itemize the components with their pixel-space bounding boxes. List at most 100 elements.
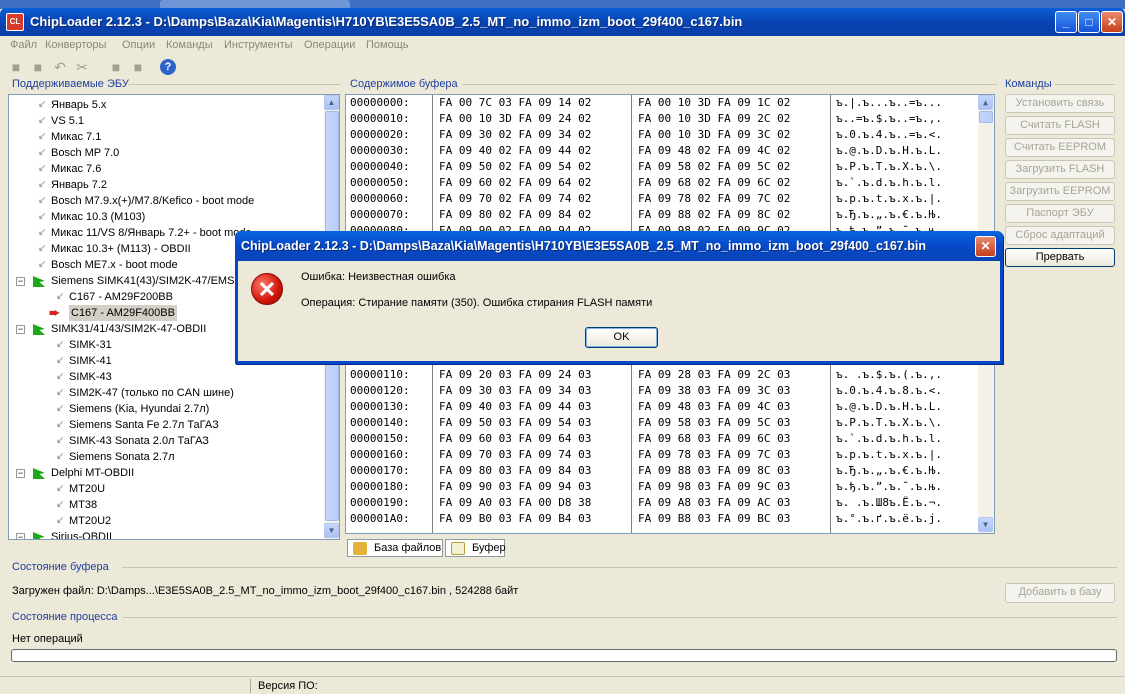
maximize-button[interactable]: □ — [1078, 11, 1100, 33]
tree-item[interactable]: ↙ Микас 10.3 (M103) — [9, 209, 319, 225]
command-button[interactable]: Считать FLASH — [1005, 116, 1115, 135]
scroll-down-button[interactable]: ▼ — [324, 523, 339, 538]
hex-row[interactable]: 00000060: FA 09 70 02 FA 09 74 02 FA 09 78… — [346, 191, 976, 207]
app-icon[interactable]: CL — [6, 13, 24, 31]
ecu-group-icon — [33, 324, 45, 335]
collapse-icon[interactable]: − — [16, 325, 25, 334]
menu-tools[interactable]: Инструменты — [224, 39, 293, 51]
hex-bytes-right: FA 09 38 03 FA 09 3C 03 — [638, 384, 791, 397]
tree-item-label: Delphi MT-OBDII — [51, 467, 135, 479]
hex-ascii: ъ.0.ъ.4.ъ..=ъ.<. — [836, 128, 942, 141]
add-to-base-button[interactable]: Добавить в базу — [1005, 583, 1115, 603]
hex-row[interactable]: 00000000: FA 00 7C 03 FA 09 14 02 FA 00 10… — [346, 95, 976, 111]
tree-group[interactable]: − Delphi MT-OBDII — [9, 465, 319, 481]
tree-item[interactable]: ↙ MT20U2 — [9, 513, 319, 529]
command-button[interactable]: Сброс адаптаций — [1005, 226, 1115, 245]
command-button[interactable]: Установить связь — [1005, 94, 1115, 113]
hex-bytes-left: FA 09 70 03 FA 09 74 03 — [439, 448, 592, 461]
tree-item-label: C167 - AM29F200BB — [69, 291, 173, 303]
hex-row[interactable]: 00000110: FA 09 20 03 FA 09 24 03 FA 09 28… — [346, 367, 976, 383]
dialog-title-bar[interactable]: ChipLoader 2.12.3 - D:\Damps\Baza\Kia\Ma… — [235, 231, 1003, 261]
hex-bytes-left: FA 09 60 02 FA 09 64 02 — [439, 176, 592, 189]
hex-row[interactable]: 00000190: FA 09 A0 03 FA 00 D8 38 FA 09 A8… — [346, 495, 976, 511]
menu-help[interactable]: Помощь — [366, 39, 409, 51]
collapse-icon[interactable]: − — [16, 533, 25, 539]
scroll-down-button[interactable]: ▼ — [978, 517, 993, 532]
cut-icon[interactable]: ✂ — [74, 59, 90, 75]
menu-converters[interactable]: Конверторы — [45, 39, 106, 51]
menu-options[interactable]: Опции — [122, 39, 155, 51]
tree-item[interactable]: ↙ Bosch M7.9.x(+)/M7.8/Kefico - boot mode — [9, 193, 319, 209]
dialog-title: ChipLoader 2.12.3 - D:\Damps\Baza\Kia\Ma… — [241, 239, 926, 253]
hex-row[interactable]: 00000180: FA 09 90 03 FA 09 94 03 FA 09 98… — [346, 479, 976, 495]
hex-row[interactable]: 00000030: FA 09 40 02 FA 09 44 02 FA 09 48… — [346, 143, 976, 159]
tree-item[interactable]: ↙ Январь 7.2 — [9, 177, 319, 193]
tree-item[interactable]: ↙ Siemens (Kia, Hyundai 2.7л) — [9, 401, 319, 417]
hex-ascii: ъ.p.ъ.t.ъ.x.ъ.|. — [836, 192, 942, 205]
tree-item[interactable]: ↙ VS 5.1 — [9, 113, 319, 129]
dialog-ok-button[interactable]: OK — [585, 327, 658, 348]
tree-item[interactable]: ↙ Bosch MP 7.0 — [9, 145, 319, 161]
hex-row[interactable]: 00000040: FA 09 50 02 FA 09 54 02 FA 09 58… — [346, 159, 976, 175]
save-icon[interactable]: ■ — [30, 59, 46, 75]
tree-item[interactable]: ↙ SIM2K-47 (только по CAN шине) — [9, 385, 319, 401]
hex-row[interactable]: 000001A0: FA 09 B0 03 FA 09 B4 03 FA 09 B8… — [346, 511, 976, 527]
open-icon[interactable]: ■ — [8, 59, 24, 75]
tree-item[interactable]: ↙ Микас 7.1 — [9, 129, 319, 145]
hex-row[interactable]: 00000140: FA 09 50 03 FA 09 54 03 FA 09 58… — [346, 415, 976, 431]
tree-item[interactable]: ↙ Siemens Santa Fe 2.7л ТаГАЗ — [9, 417, 319, 433]
hex-ascii: ъ. .ъ.Ш8ъ.Ё.ъ.¬. — [836, 496, 942, 509]
scroll-thumb[interactable] — [979, 111, 993, 123]
tree-group[interactable]: − Sirius-OBDII — [9, 529, 319, 539]
menu-operations[interactable]: Операции — [304, 39, 355, 51]
hex-row[interactable]: 00000160: FA 09 70 03 FA 09 74 03 FA 09 78… — [346, 447, 976, 463]
hex-bytes-left: FA 09 40 03 FA 09 44 03 — [439, 400, 592, 413]
tab-buffer[interactable]: Буфер — [445, 539, 506, 557]
tree-item[interactable]: ↙ Микас 7.6 — [9, 161, 319, 177]
collapse-icon[interactable]: − — [16, 277, 25, 286]
command-button[interactable]: Загрузить EEPROM — [1005, 182, 1115, 201]
chip-icon[interactable]: ■ — [130, 59, 146, 75]
command-button[interactable]: Паспорт ЭБУ — [1005, 204, 1115, 223]
collapse-icon[interactable]: − — [16, 469, 25, 478]
menu-commands[interactable]: Команды — [166, 39, 213, 51]
tab-buffer-label: Буфер — [472, 542, 506, 554]
dialog-close-button[interactable]: ✕ — [975, 236, 996, 257]
undo-icon[interactable]: ↶ — [52, 59, 68, 75]
menu-file[interactable]: Файл — [10, 39, 37, 51]
command-button[interactable]: Загрузить FLASH — [1005, 160, 1115, 179]
tree-item[interactable]: ↙ SIMK-43 Sonata 2.0л ТаГАЗ — [9, 433, 319, 449]
ecu-leaf-icon: ↙ — [38, 179, 47, 190]
group-border-line — [462, 84, 997, 85]
hex-row[interactable]: 00000050: FA 09 60 02 FA 09 64 02 FA 09 68… — [346, 175, 976, 191]
command-button[interactable]: Прервать — [1005, 248, 1115, 267]
help-icon[interactable]: ? — [160, 59, 176, 75]
hex-row[interactable]: 00000170: FA 09 80 03 FA 09 84 03 FA 09 88… — [346, 463, 976, 479]
hex-row[interactable]: 00000120: FA 09 30 03 FA 09 34 03 FA 09 38… — [346, 383, 976, 399]
ecu-group-icon — [33, 276, 45, 287]
scroll-up-button[interactable]: ▲ — [324, 95, 339, 110]
hex-row[interactable]: 00000130: FA 09 40 03 FA 09 44 03 FA 09 48… — [346, 399, 976, 415]
load-icon[interactable]: ■ — [108, 59, 124, 75]
tree-item-label: SIMK31/41/43/SIM2K-47-OBDII — [51, 323, 207, 335]
hex-row[interactable]: 00000010: FA 00 10 3D FA 09 24 02 FA 00 10… — [346, 111, 976, 127]
hex-row[interactable]: 00000150: FA 09 60 03 FA 09 64 03 FA 09 68… — [346, 431, 976, 447]
close-button[interactable]: ✕ — [1101, 11, 1123, 33]
tab-file-base[interactable]: База файлов — [347, 539, 443, 557]
hex-bytes-left: FA 09 20 03 FA 09 24 03 — [439, 368, 592, 381]
tree-item[interactable]: ↙ SIMK-43 — [9, 369, 319, 385]
group-border-line — [122, 567, 1117, 568]
minimize-button[interactable]: _ — [1055, 11, 1077, 33]
tree-item[interactable]: ↙ MT38 — [9, 497, 319, 513]
hex-row[interactable]: 00000020: FA 09 30 02 FA 09 34 02 FA 00 10… — [346, 127, 976, 143]
tree-item-label: Микас 11/VS 8/Январь 7.2+ - boot mode — [51, 227, 252, 239]
ecu-leaf-icon: ↙ — [38, 115, 47, 126]
hex-row[interactable]: 00000070: FA 09 80 02 FA 09 84 02 FA 09 88… — [346, 207, 976, 223]
tree-item[interactable]: ↙ MT20U — [9, 481, 319, 497]
tree-item[interactable]: ↙ Siemens Sonata 2.7л — [9, 449, 319, 465]
tree-item-label: Январь 7.2 — [51, 179, 108, 191]
tree-item[interactable]: ↙ Январь 5.x — [9, 97, 319, 113]
scroll-up-button[interactable]: ▲ — [978, 95, 993, 110]
ecu-leaf-icon: ↙ — [56, 387, 65, 398]
command-button[interactable]: Считать EEPROM — [1005, 138, 1115, 157]
